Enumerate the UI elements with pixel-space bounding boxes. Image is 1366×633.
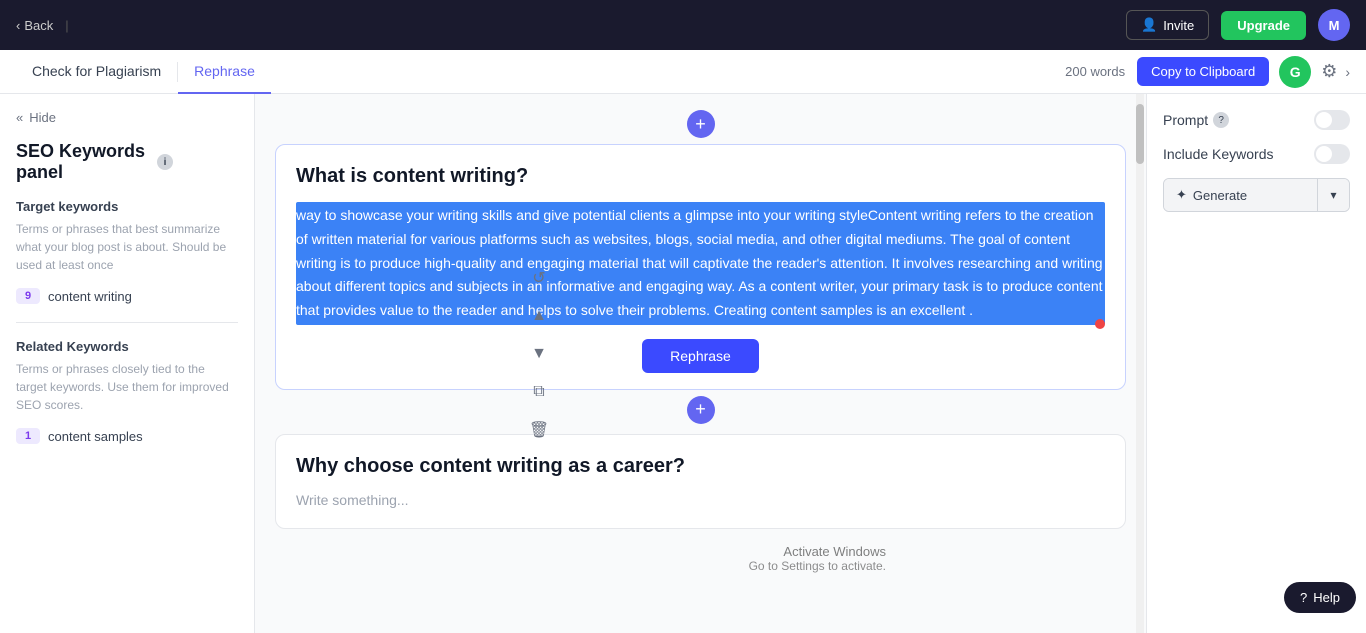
target-keywords-title: Target keywords: [16, 199, 238, 214]
generate-label: Generate: [1193, 188, 1247, 203]
center-content: ↺ ▲ ▼ ⧉ 🗑 + What is content writing? way…: [255, 94, 1146, 633]
block-heading: What is content writing?: [296, 165, 1105, 188]
target-keyword-item: 9 content writing: [16, 284, 238, 308]
hide-label: Hide: [29, 110, 56, 125]
wand-icon: ✦: [1176, 187, 1187, 203]
prompt-info-icon[interactable]: ?: [1213, 112, 1229, 128]
chevron-left-icon: ‹: [16, 18, 20, 33]
editor-block[interactable]: What is content writing? way to showcase…: [275, 144, 1126, 390]
top-nav: ‹ Back | 👤 Invite Upgrade M: [0, 0, 1366, 50]
activate-windows: Activate Windows Go to Settings to activ…: [749, 544, 886, 573]
add-block-top-button[interactable]: +: [687, 110, 715, 138]
error-dot: [1095, 319, 1105, 329]
copy-icon[interactable]: ⧉: [525, 378, 553, 406]
sidebar-divider: [16, 322, 238, 323]
selected-text[interactable]: way to showcase your writing skills and …: [296, 202, 1105, 325]
include-keywords-toggle[interactable]: [1314, 144, 1350, 164]
include-keywords-label: Include Keywords: [1163, 146, 1274, 162]
scrollbar-thumb[interactable]: [1136, 104, 1144, 164]
nav-divider: |: [65, 18, 68, 33]
grammarly-symbol: G: [1290, 64, 1301, 80]
back-button[interactable]: ‹ Back: [16, 18, 53, 33]
hide-button[interactable]: « Hide: [16, 110, 238, 125]
keyword-count-9: 9: [16, 288, 40, 304]
write-placeholder: Write something...: [296, 492, 1105, 508]
keyword-count-1: 1: [16, 428, 40, 444]
undo-icon[interactable]: ↺: [525, 264, 553, 292]
second-block-heading: Why choose content writing as a career?: [296, 455, 1105, 478]
settings-icon[interactable]: ⚙: [1321, 61, 1337, 82]
prompt-label-text: Prompt: [1163, 112, 1208, 128]
prompt-toggle[interactable]: [1314, 110, 1350, 130]
chevrons-left-icon: «: [16, 110, 23, 125]
scrollbar[interactable]: [1136, 94, 1144, 633]
word-count: 200 words: [1065, 64, 1125, 79]
copy-to-clipboard-button[interactable]: Copy to Clipboard: [1137, 57, 1269, 86]
right-panel: Prompt ? Include Keywords ✦ Generate ▾: [1146, 94, 1366, 633]
activate-windows-title: Activate Windows: [749, 544, 886, 559]
keyword-text-content-writing: content writing: [48, 289, 132, 304]
delete-icon[interactable]: 🗑: [525, 416, 553, 444]
panel-title: SEO Keywordspaneli: [16, 141, 238, 183]
editor-tools: ↺ ▲ ▼ ⧉ 🗑: [525, 264, 553, 444]
target-keywords-desc: Terms or phrases that best summarize wha…: [16, 220, 238, 274]
question-icon: ?: [1300, 590, 1307, 605]
back-label: Back: [24, 18, 53, 33]
include-keywords-row: Include Keywords: [1163, 144, 1350, 164]
generate-button[interactable]: ✦ Generate: [1164, 179, 1317, 211]
upgrade-button[interactable]: Upgrade: [1221, 11, 1306, 40]
panel-info-icon[interactable]: i: [157, 154, 173, 170]
activate-windows-subtitle: Go to Settings to activate.: [749, 559, 886, 573]
generate-button-wrap: ✦ Generate ▾: [1163, 178, 1350, 212]
generate-dropdown-button[interactable]: ▾: [1317, 179, 1349, 211]
invite-button[interactable]: 👤 Invite: [1126, 10, 1209, 40]
prompt-row: Prompt ?: [1163, 110, 1350, 130]
seo-sidebar: « Hide SEO Keywordspaneli Target keyword…: [0, 94, 255, 633]
add-block-middle-button[interactable]: +: [687, 396, 715, 424]
prompt-label: Prompt ?: [1163, 112, 1229, 128]
invite-label: Invite: [1163, 18, 1194, 33]
related-keyword-item: 1 content samples: [16, 424, 238, 448]
chevron-right-icon[interactable]: ›: [1345, 64, 1350, 80]
help-label: Help: [1313, 590, 1340, 605]
rephrase-button[interactable]: Rephrase: [642, 339, 759, 373]
plagiarism-tab[interactable]: Check for Plagiarism: [16, 50, 177, 94]
rephrase-popup: Rephrase: [296, 339, 1105, 373]
avatar[interactable]: M: [1318, 9, 1350, 41]
rephrase-tab[interactable]: Rephrase: [178, 50, 271, 94]
related-keywords-desc: Terms or phrases closely tied to the tar…: [16, 360, 238, 414]
grammarly-icon[interactable]: G: [1279, 56, 1311, 88]
related-keywords-title: Related Keywords: [16, 339, 238, 354]
chevron-up-icon[interactable]: ▲: [525, 302, 553, 330]
sub-nav: Check for Plagiarism Rephrase 200 words …: [0, 50, 1366, 94]
keyword-text-content-samples: content samples: [48, 429, 143, 444]
help-button[interactable]: ? Help: [1284, 582, 1356, 613]
chevron-down-icon[interactable]: ▼: [525, 340, 553, 368]
second-editor-block[interactable]: Why choose content writing as a career? …: [275, 434, 1126, 529]
main-layout: « Hide SEO Keywordspaneli Target keyword…: [0, 94, 1366, 633]
user-icon: 👤: [1141, 17, 1157, 33]
